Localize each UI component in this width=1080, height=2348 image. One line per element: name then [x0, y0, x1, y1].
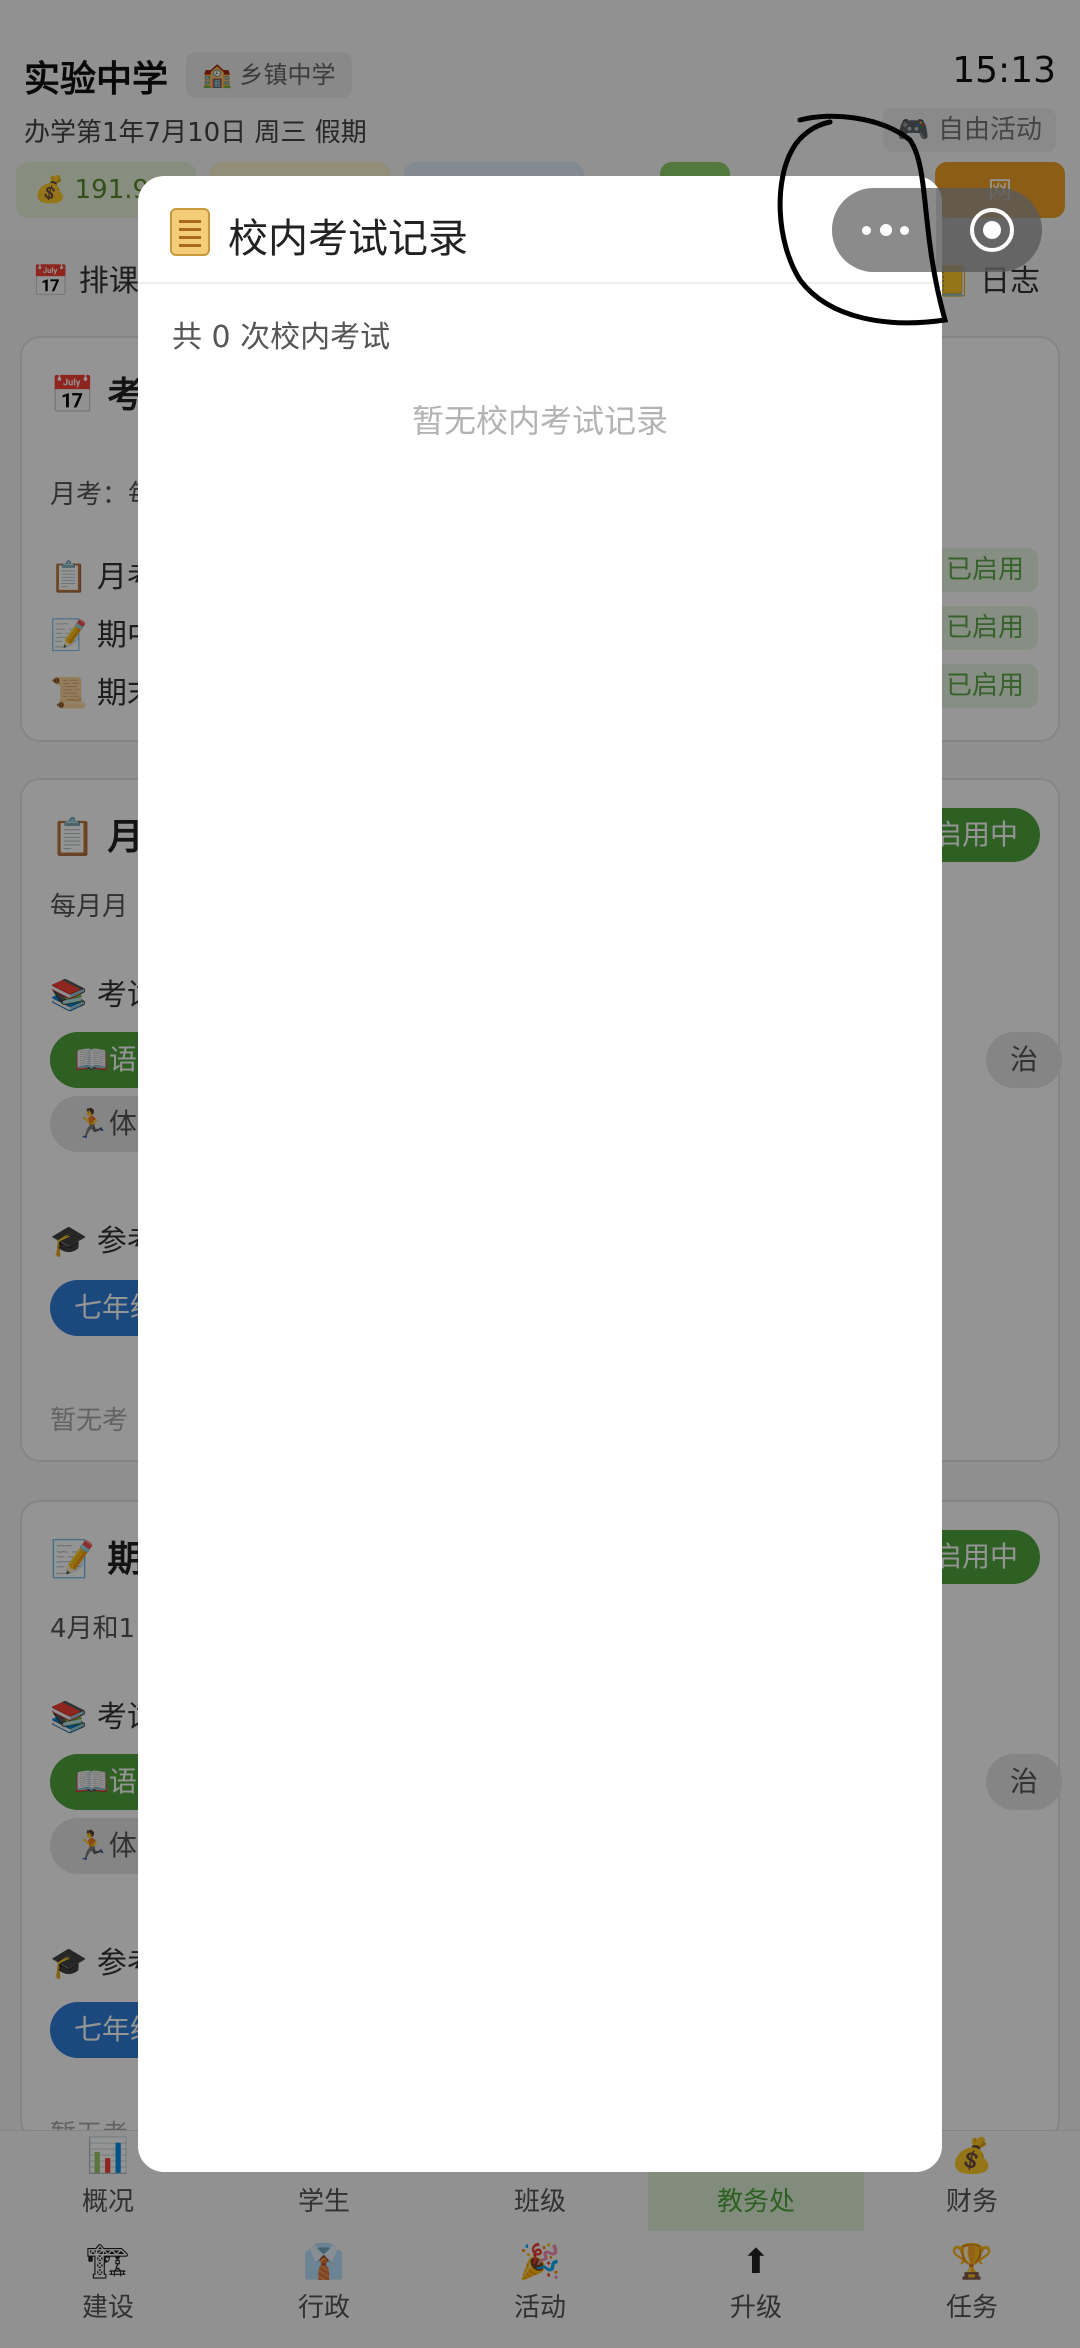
exam-count-text: 共 0 次校内考试: [172, 320, 391, 355]
modal-title: 校内考试记录: [228, 216, 468, 262]
close-miniprogram-button[interactable]: [970, 208, 1014, 252]
exam-records-modal: 校内考试记录 共 0 次校内考试 暂无校内考试记录: [138, 176, 942, 2172]
empty-state-text: 暂无校内考试记录: [411, 402, 668, 440]
scribble-annotation: [777, 113, 949, 326]
scroll-icon: [170, 208, 210, 256]
